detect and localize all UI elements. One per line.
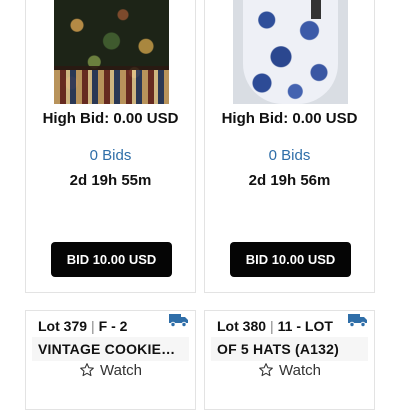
lot-separator: | — [270, 318, 274, 334]
lot-number: Lot 379 — [38, 318, 88, 334]
lot-code: F - 2 — [98, 318, 128, 334]
bid-count-link[interactable]: 0 Bids — [205, 147, 374, 165]
lot-card[interactable]: High Bid: 0.00 USD 0 Bids 2d 19h 55m BID… — [25, 0, 196, 293]
rug-border — [54, 66, 169, 104]
lot-title[interactable]: OF 5 HATS (A132) — [217, 341, 366, 359]
vase-body — [243, 0, 338, 104]
lot-title[interactable]: VINTAGE COOKIE… — [38, 341, 187, 359]
vase-strap — [311, 0, 321, 19]
lot-card[interactable]: High Bid: 0.00 USD 0 Bids 2d 19h 56m BID… — [204, 0, 375, 293]
lot-separator: | — [91, 318, 95, 334]
bid-count-link[interactable]: 0 Bids — [26, 147, 195, 165]
time-remaining: 2d 19h 56m — [248, 172, 331, 189]
lot-header: Lot 380 | 11 - LOT — [217, 317, 368, 335]
bid-button[interactable]: BID 10.00 USD — [51, 242, 172, 277]
lot-card[interactable]: Lot 379 | F - 2 VINTAGE COOKIE… Watch — [25, 310, 196, 410]
star-outline-icon — [80, 363, 94, 377]
watch-label: Watch — [279, 361, 321, 379]
lot-header: Lot 379 | F - 2 — [38, 317, 189, 335]
high-bid-text: High Bid: 0.00 USD — [221, 110, 358, 127]
truck-icon — [348, 314, 367, 327]
bid-button[interactable]: BID 10.00 USD — [230, 242, 351, 277]
lot-number: Lot 380 — [217, 318, 267, 334]
truck-icon — [169, 314, 188, 327]
watch-button[interactable]: Watch — [205, 361, 374, 379]
rug-image[interactable] — [54, 0, 169, 104]
time-remaining: 2d 19h 55m — [69, 172, 152, 189]
lot-card[interactable]: Lot 380 | 11 - LOT OF 5 HATS (A132) Watc… — [204, 310, 375, 410]
watch-label: Watch — [100, 361, 142, 379]
lot-code: 11 - LOT — [277, 318, 333, 334]
high-bid-text: High Bid: 0.00 USD — [42, 110, 179, 127]
star-outline-icon — [259, 363, 273, 377]
vase-image[interactable] — [233, 0, 348, 104]
watch-button[interactable]: Watch — [26, 361, 195, 379]
